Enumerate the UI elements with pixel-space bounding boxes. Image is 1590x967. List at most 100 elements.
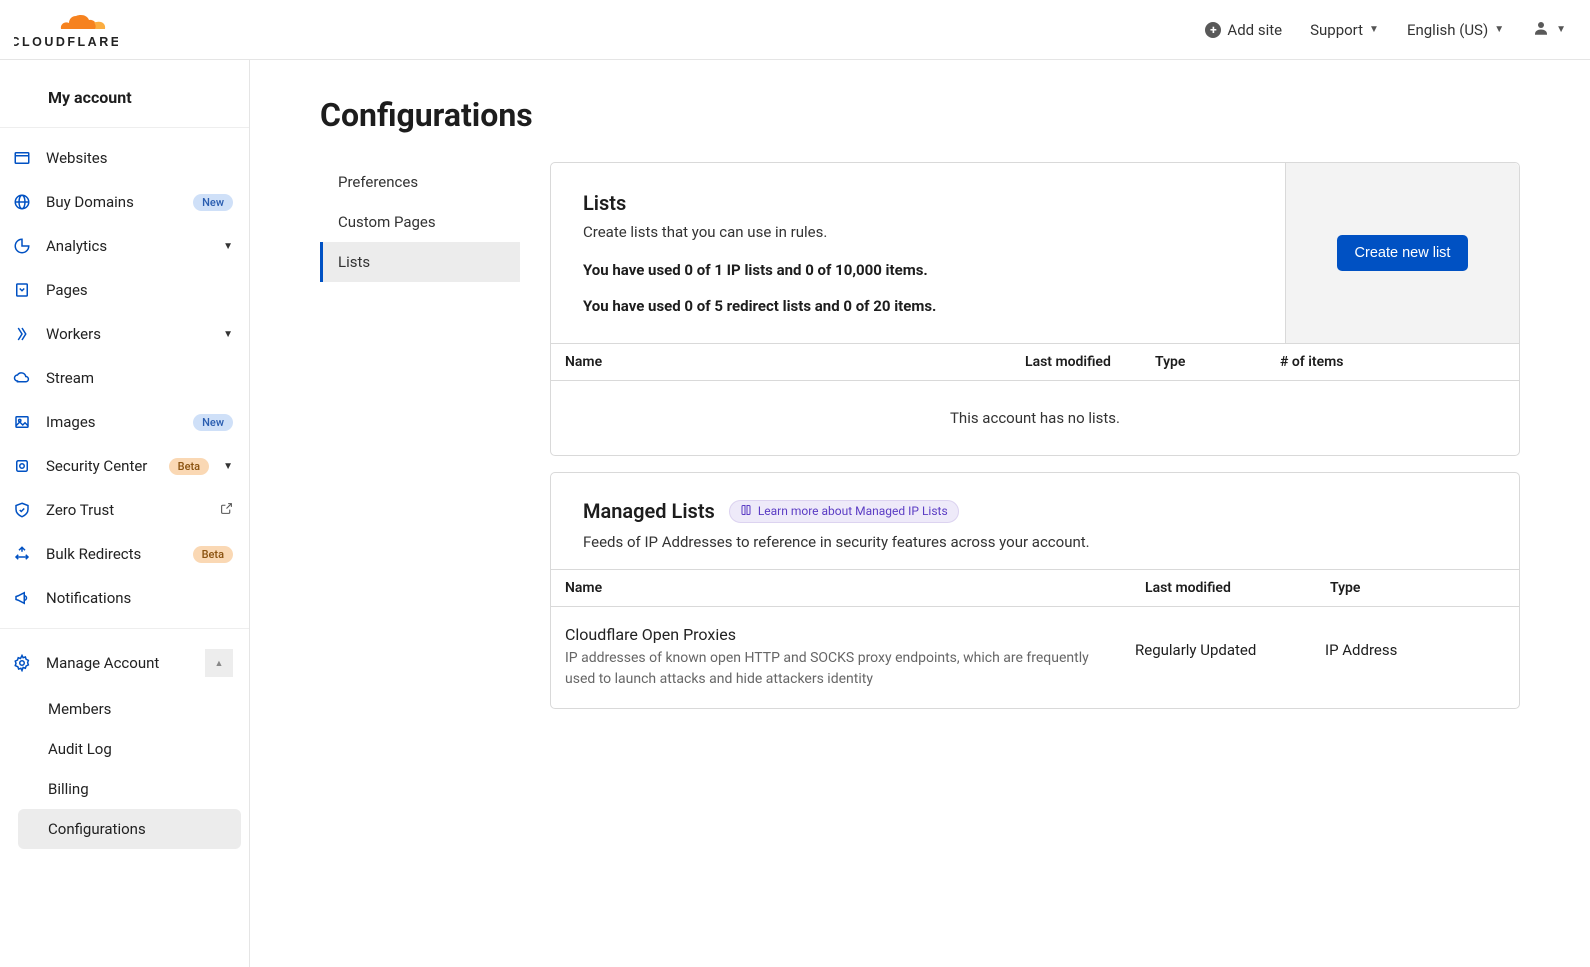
th-name: Name — [565, 580, 1145, 596]
sidebar-item-label: Pages — [46, 281, 233, 299]
th-last-modified: Last modified — [1025, 354, 1155, 370]
managed-row-name: Cloudflare Open Proxies — [565, 625, 1105, 644]
sidebar: My account Websites Buy Domains New Anal… — [0, 60, 250, 967]
support-menu[interactable]: Support ▼ — [1310, 21, 1379, 39]
new-badge: New — [193, 194, 233, 211]
managed-lists-title: Managed Lists — [583, 499, 715, 523]
workers-icon — [12, 324, 32, 344]
sidebar-item-label: Stream — [46, 369, 233, 387]
managed-lists-card: Managed Lists Learn more about Managed I… — [550, 472, 1520, 709]
managed-list-row: Cloudflare Open Proxies IP addresses of … — [551, 607, 1519, 708]
megaphone-icon — [12, 588, 32, 608]
caret-down-icon: ▼ — [223, 461, 233, 472]
managed-row-mod: Regularly Updated — [1135, 625, 1325, 659]
th-name: Name — [565, 354, 1025, 370]
sidebar-item-security-center[interactable]: Security Center Beta ▼ — [0, 444, 249, 488]
caret-down-icon: ▼ — [223, 329, 233, 340]
beta-badge: Beta — [169, 458, 209, 475]
subnav: Preferences Custom Pages Lists — [320, 162, 520, 709]
user-menu[interactable]: ▼ — [1532, 19, 1566, 41]
managed-row-type: IP Address — [1325, 625, 1505, 659]
sidebar-item-manage-account[interactable]: Manage Account ▲ — [0, 637, 249, 689]
cloudflare-logo[interactable]: CLOUDFLARE — [14, 10, 118, 50]
shield-icon — [12, 500, 32, 520]
sidebar-item-analytics[interactable]: Analytics ▼ — [0, 224, 249, 268]
create-new-list-button[interactable]: Create new list — [1337, 235, 1469, 271]
sidebar-item-label: Notifications — [46, 589, 233, 607]
th-last-modified: Last modified — [1145, 580, 1330, 596]
lists-title: Lists — [583, 191, 1253, 215]
subnav-preferences[interactable]: Preferences — [320, 162, 520, 202]
sidebar-subitem-billing[interactable]: Billing — [48, 769, 249, 809]
account-title: My account — [0, 76, 249, 127]
support-label: Support — [1310, 21, 1363, 39]
caret-down-icon: ▼ — [1494, 24, 1504, 35]
learn-more-label: Learn more about Managed IP Lists — [758, 504, 948, 518]
sidebar-subitem-configurations[interactable]: Configurations — [18, 809, 241, 849]
cloud-icon — [12, 368, 32, 388]
sidebar-item-pages[interactable]: Pages — [0, 268, 249, 312]
plus-circle-icon: + — [1205, 22, 1221, 38]
svg-text:CLOUDFLARE: CLOUDFLARE — [14, 35, 118, 49]
globe-icon — [12, 192, 32, 212]
sidebar-subitem-audit-log[interactable]: Audit Log — [48, 729, 249, 769]
caret-down-icon: ▼ — [223, 241, 233, 252]
caret-down-icon: ▼ — [1556, 24, 1566, 35]
sidebar-item-notifications[interactable]: Notifications — [0, 576, 249, 620]
redirect-icon — [12, 544, 32, 564]
sidebar-item-images[interactable]: Images New — [0, 400, 249, 444]
th-type: Type — [1155, 354, 1280, 370]
external-link-icon — [220, 502, 233, 518]
language-menu[interactable]: English (US) ▼ — [1407, 21, 1504, 39]
lists-stat-redirect: You have used 0 of 5 redirect lists and … — [583, 297, 1253, 315]
lists-table-header: Name Last modified Type # of items — [551, 343, 1519, 381]
sidebar-item-workers[interactable]: Workers ▼ — [0, 312, 249, 356]
subnav-custom-pages[interactable]: Custom Pages — [320, 202, 520, 242]
user-icon — [1532, 19, 1550, 41]
managed-lists-desc: Feeds of IP Addresses to reference in se… — [583, 533, 1487, 551]
sidebar-item-label: Websites — [46, 149, 233, 167]
sidebar-item-buy-domains[interactable]: Buy Domains New — [0, 180, 249, 224]
managed-row-desc: IP addresses of known open HTTP and SOCK… — [565, 648, 1105, 690]
add-site-button[interactable]: + Add site — [1205, 21, 1282, 39]
lists-card: Lists Create lists that you can use in r… — [550, 162, 1520, 456]
gear-icon — [12, 653, 32, 673]
sidebar-item-label: Bulk Redirects — [46, 545, 179, 563]
managed-table-header: Name Last modified Type — [551, 569, 1519, 607]
image-icon — [12, 412, 32, 432]
th-type: Type — [1330, 580, 1505, 596]
book-icon — [740, 504, 752, 519]
sidebar-item-stream[interactable]: Stream — [0, 356, 249, 400]
browser-icon — [12, 148, 32, 168]
beta-badge: Beta — [193, 546, 233, 563]
pie-chart-icon — [12, 236, 32, 256]
caret-down-icon: ▼ — [1369, 24, 1379, 35]
sidebar-item-bulk-redirects[interactable]: Bulk Redirects Beta — [0, 532, 249, 576]
sidebar-item-label: Images — [46, 413, 179, 431]
pages-icon — [12, 280, 32, 300]
lists-stat-ip: You have used 0 of 1 IP lists and 0 of 1… — [583, 261, 1253, 279]
main-content: Configurations Preferences Custom Pages … — [250, 60, 1590, 967]
th-items: # of items — [1280, 354, 1505, 370]
add-site-label: Add site — [1227, 21, 1282, 39]
language-label: English (US) — [1407, 21, 1488, 39]
new-badge: New — [193, 414, 233, 431]
sidebar-item-label: Zero Trust — [46, 501, 206, 519]
sidebar-item-label: Security Center — [46, 457, 155, 475]
lists-desc: Create lists that you can use in rules. — [583, 223, 1253, 241]
header-actions: + Add site Support ▼ English (US) ▼ ▼ — [1205, 19, 1566, 41]
sidebar-item-label: Buy Domains — [46, 193, 179, 211]
sidebar-subitem-members[interactable]: Members — [48, 689, 249, 729]
sidebar-item-label: Manage Account — [46, 654, 191, 672]
security-icon — [12, 456, 32, 476]
lists-empty-message: This account has no lists. — [551, 381, 1519, 455]
sidebar-item-label: Analytics — [46, 237, 209, 255]
sidebar-item-websites[interactable]: Websites — [0, 136, 249, 180]
learn-more-link[interactable]: Learn more about Managed IP Lists — [729, 500, 959, 523]
header: CLOUDFLARE + Add site Support ▼ English … — [0, 0, 1590, 60]
sidebar-item-zero-trust[interactable]: Zero Trust — [0, 488, 249, 532]
sidebar-item-label: Workers — [46, 325, 209, 343]
collapse-icon[interactable]: ▲ — [205, 649, 233, 677]
subnav-lists[interactable]: Lists — [320, 242, 520, 282]
page-title: Configurations — [320, 96, 1520, 134]
